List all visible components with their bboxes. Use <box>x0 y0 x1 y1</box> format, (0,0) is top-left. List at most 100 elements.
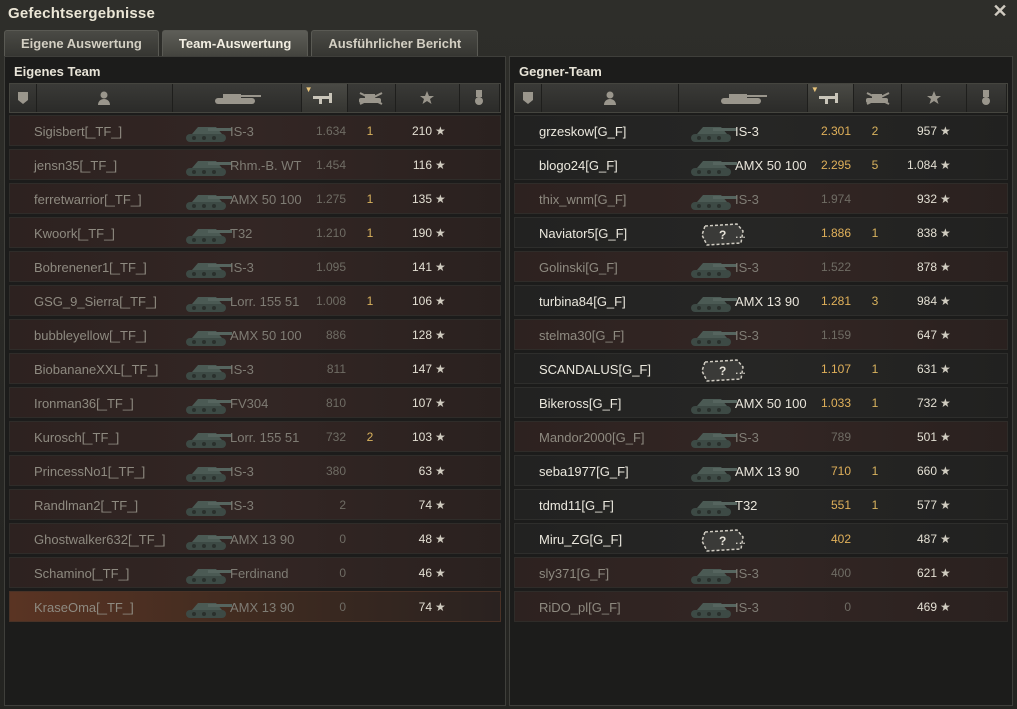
star-icon: ★ <box>940 498 951 512</box>
kills-value: 3 <box>871 294 879 308</box>
tank-name: IS-3 <box>230 464 254 479</box>
player-name: jensn35[_TF_] <box>34 158 118 173</box>
tank-name: IS-3 <box>230 362 254 377</box>
player-row[interactable]: KraseOma[_TF_] AMX 13 90 0 74 ★ <box>9 591 501 622</box>
column-tank[interactable] <box>679 84 808 112</box>
player-row[interactable]: thix_wnm[G_F] IS-3 1.974 932 ★ <box>514 183 1008 214</box>
star-icon: ★ <box>940 260 951 274</box>
player-row[interactable]: jensn35[_TF_] Rhm.-B. WT 1.454 116 ★ <box>9 149 501 180</box>
xp-value: 621 <box>916 566 937 580</box>
player-row[interactable]: Sigisbert[_TF_] IS-3 1.634 1 210 ★ <box>9 115 501 146</box>
player-row[interactable]: ferretwarrior[_TF_] AMX 50 100 1.275 1 135 ★ <box>9 183 501 214</box>
player-row[interactable]: seba1977[G_F] AMX 13 90 710 1 660 ★ <box>514 455 1008 486</box>
player-row[interactable]: bubbleyellow[_TF_] AMX 50 100 886 128 ★ <box>9 319 501 350</box>
tank-name: ... <box>735 226 746 241</box>
xp-value: 660 <box>916 464 937 478</box>
tank-name: IS-3 <box>735 192 759 207</box>
player-row[interactable]: stelma30[G_F] IS-3 1.159 647 ★ <box>514 319 1008 350</box>
player-name: Kurosch[_TF_] <box>34 430 120 445</box>
tank-name: IS-3 <box>735 566 759 581</box>
xp-value: 135 <box>411 192 432 206</box>
player-row[interactable]: Kurosch[_TF_] Lorr. 155 51 732 2 103 ★ <box>9 421 501 452</box>
column-xp-star[interactable] <box>396 84 460 112</box>
column-squad[interactable] <box>10 84 37 112</box>
tank-icon <box>182 187 234 213</box>
damage-value: 1.275 <box>315 192 346 206</box>
player-name: Golinski[G_F] <box>539 260 618 275</box>
tank-icon <box>182 459 234 485</box>
player-row[interactable]: Kwoork[_TF_] T32 1.210 1 190 ★ <box>9 217 501 248</box>
tank-icon <box>182 323 234 349</box>
damage-value: 0 <box>844 600 851 614</box>
player-row[interactable]: PrincessNo1[_TF_] IS-3 380 63 ★ <box>9 455 501 486</box>
xp-value: 106 <box>411 294 432 308</box>
kills-value: 1 <box>366 294 374 308</box>
column-frags[interactable] <box>854 84 903 112</box>
damage-value: 402 <box>830 532 851 546</box>
player-row[interactable]: Bikeross[G_F] AMX 50 100 1.033 1 732 ★ <box>514 387 1008 418</box>
player-row[interactable]: Bobrenener1[_TF_] IS-3 1.095 141 ★ <box>9 251 501 282</box>
tank-icon <box>687 425 739 451</box>
tank-icon <box>687 255 739 281</box>
player-name: ferretwarrior[_TF_] <box>34 192 142 207</box>
damage-value: 1.033 <box>820 396 851 410</box>
tab-team-auswertung[interactable]: Team-Auswertung <box>161 30 309 56</box>
xp-value: 116 <box>412 158 432 172</box>
player-row[interactable]: Ghostwalker632[_TF_] AMX 13 90 0 48 ★ <box>9 523 501 554</box>
column-damage[interactable]: ▼ <box>807 84 855 112</box>
player-row[interactable]: Mandor2000[G_F] IS-3 789 501 ★ <box>514 421 1008 452</box>
tab-ausfuehrlicher-bericht[interactable]: Ausführlicher Bericht <box>311 30 479 56</box>
player-row[interactable]: turbina84[G_F] AMX 13 90 1.281 3 984 ★ <box>514 285 1008 316</box>
xp-value: 469 <box>916 600 937 614</box>
player-name: RiDO_pl[G_F] <box>539 600 621 615</box>
frags-icon <box>863 90 893 106</box>
tank-icon <box>687 323 739 349</box>
column-xp-star[interactable] <box>902 84 967 112</box>
xp-value: 107 <box>411 396 432 410</box>
tank-name: IS-3 <box>735 328 759 343</box>
player-row[interactable]: grzeskow[G_F] IS-3 2.301 2 957 ★ <box>514 115 1008 146</box>
player-row[interactable]: blogo24[G_F] AMX 50 100 2.295 5 1.084 ★ <box>514 149 1008 180</box>
star-icon: ★ <box>940 158 951 172</box>
medal-icon <box>980 89 992 107</box>
tank-name: IS-3 <box>735 600 759 615</box>
column-player[interactable] <box>37 84 173 112</box>
column-medal[interactable] <box>967 84 1007 112</box>
star-icon: ★ <box>940 328 951 342</box>
player-row[interactable]: Miru_ZG[G_F]?... 402 487 ★ <box>514 523 1008 554</box>
player-row[interactable]: BiobananeXXL[_TF_] IS-3 811 147 ★ <box>9 353 501 384</box>
player-name: KraseOma[_TF_] <box>34 600 134 615</box>
tank-icon <box>687 493 739 519</box>
player-row[interactable]: RiDO_pl[G_F] IS-3 0 469 ★ <box>514 591 1008 622</box>
column-medal[interactable] <box>460 84 500 112</box>
player-row[interactable]: GSG_9_Sierra[_TF_] Lorr. 155 51 1.008 1 106 ★ <box>9 285 501 316</box>
close-icon[interactable]: ✕ <box>991 2 1009 20</box>
xp-value: 103 <box>411 430 432 444</box>
tank-name: IS-3 <box>735 430 759 445</box>
column-tank[interactable] <box>173 84 302 112</box>
tank-icon <box>182 255 234 281</box>
tab-bar: Eigene Auswertung Team-Auswertung Ausfüh… <box>4 30 479 56</box>
player-row[interactable]: SCANDALUS[G_F]?... 1.107 1 631 ★ <box>514 353 1008 384</box>
player-row[interactable]: Golinski[G_F] IS-3 1.522 878 ★ <box>514 251 1008 282</box>
xp-value: 147 <box>411 362 432 376</box>
column-damage[interactable]: ▼ <box>301 84 348 112</box>
damage-value: 400 <box>830 566 851 580</box>
own-team-title: Eigenes Team <box>14 64 101 79</box>
player-row[interactable]: tdmd11[G_F] T32 551 1 577 ★ <box>514 489 1008 520</box>
player-row[interactable]: Naviator5[G_F]?... 1.886 1 838 ★ <box>514 217 1008 248</box>
player-row[interactable]: Ironman36[_TF_] FV304 810 107 ★ <box>9 387 501 418</box>
column-squad[interactable] <box>515 84 542 112</box>
tab-eigene-auswertung[interactable]: Eigene Auswertung <box>4 30 159 56</box>
squad-icon <box>521 90 535 106</box>
tank-icon <box>182 595 234 621</box>
player-row[interactable]: Randlman2[_TF_] IS-3 2 74 ★ <box>9 489 501 520</box>
player-row[interactable]: sly371[G_F] IS-3 400 621 ★ <box>514 557 1008 588</box>
player-row[interactable]: Schamino[_TF_] Ferdinand 0 46 ★ <box>9 557 501 588</box>
kills-value: 1 <box>871 498 879 512</box>
column-player[interactable] <box>542 84 679 112</box>
column-frags[interactable] <box>348 84 396 112</box>
player-name: tdmd11[G_F] <box>539 498 614 513</box>
xp-star-icon <box>419 90 435 106</box>
tank-name: T32 <box>230 226 253 241</box>
